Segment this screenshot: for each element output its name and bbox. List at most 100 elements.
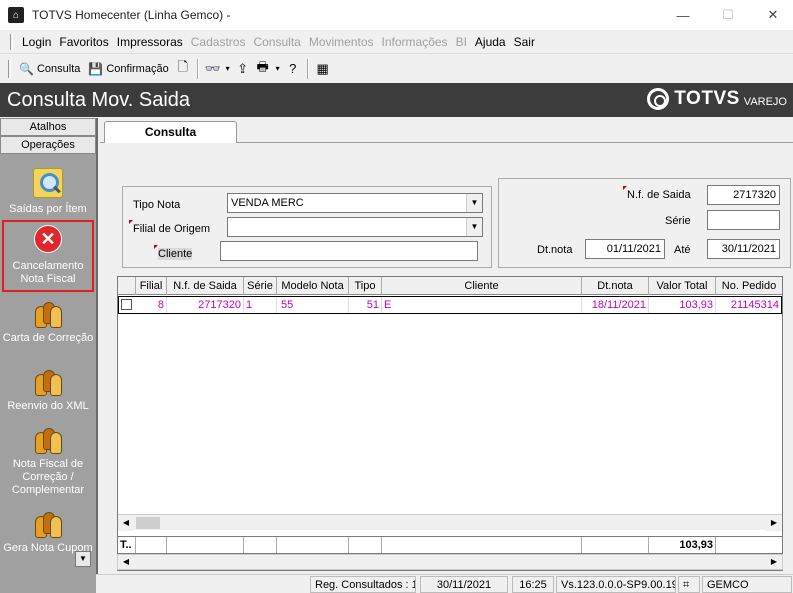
close-button[interactable]: ✕ [750, 0, 793, 30]
status-bar: Reg. Consultados : 1 30/11/2021 16:25 Vs… [96, 574, 793, 593]
print-dropdown-icon[interactable]: ▾ [273, 59, 283, 79]
total-empty [382, 537, 582, 553]
column-header[interactable]: Filial [136, 277, 167, 295]
maximize-button[interactable]: ☐ [705, 0, 751, 30]
logo-brand: TOTVS [674, 88, 740, 109]
total-empty [167, 537, 244, 553]
scroll-left-icon[interactable]: ◀ [118, 555, 134, 569]
tab-consulta[interactable]: Consulta [104, 121, 237, 143]
page-header: Consulta Mov. Saida TOTVS VAREJO [0, 83, 793, 117]
grid-hscroll[interactable]: ◀ ▶ [118, 514, 782, 531]
cell-valor: 103,93 [649, 297, 716, 313]
total-empty [716, 537, 782, 553]
column-header[interactable]: Valor Total [649, 277, 716, 295]
sidebar-item-reenvio-xml[interactable]: Reenvio do XML [2, 368, 94, 413]
sidebar-item-carta-correcao[interactable]: Carta de Correção [2, 300, 94, 345]
status-date: 30/11/2021 [420, 576, 508, 593]
cliente-label: Cliente [153, 245, 193, 260]
scroll-right-icon[interactable]: ▶ [766, 515, 782, 531]
menu-ajuda[interactable]: Ajuda [471, 35, 510, 49]
users-icon [33, 368, 63, 396]
menu-bi[interactable]: BI [452, 35, 471, 49]
nf-saida-label: N.f. de Saida [623, 186, 691, 201]
filter-group-right: N.f. de Saida 2717320 Série Dt.nota 01/1… [498, 178, 791, 268]
cell-cliente: E [382, 297, 582, 313]
total-label: T.. [118, 537, 136, 553]
app-icon: ⌂ [8, 7, 24, 23]
total-empty [349, 537, 382, 553]
users-icon [33, 300, 63, 328]
sidebar-tab-operacoes[interactable]: Operações [0, 136, 96, 154]
cell-nf: 2717320 [167, 297, 244, 313]
menu-bar: Login Favoritos Impressoras Cadastros Co… [0, 31, 793, 54]
filial-origem-label: Filial de Origem [128, 220, 211, 235]
results-grid: Filial N.f. de Saida Série Modelo Nota T… [117, 276, 783, 571]
menu-consulta[interactable]: Consulta [249, 35, 304, 49]
column-header[interactable]: Série [244, 277, 277, 295]
save-icon: 💾 [88, 61, 104, 76]
chevron-down-icon[interactable]: ▼ [466, 218, 482, 236]
column-header[interactable]: Tipo [349, 277, 382, 295]
printer-icon[interactable]: 🖶 [253, 59, 273, 79]
totals-hscroll[interactable]: ◀ ▶ [117, 554, 783, 570]
menu-informacoes[interactable]: Informações [378, 35, 452, 49]
status-company: GEMCO [702, 576, 792, 593]
minimize-button[interactable]: — [660, 0, 706, 30]
dt-nota-to-input[interactable]: 30/11/2021 [707, 239, 780, 259]
dt-nota-from-input[interactable]: 01/11/2021 [585, 239, 665, 259]
sidebar-item-saidas-por-item[interactable]: Saídas por Ítem [2, 168, 94, 216]
row-checkbox[interactable] [121, 299, 132, 310]
confirmacao-button[interactable]: 💾 Confirmação [84, 58, 172, 80]
scroll-thumb[interactable] [136, 517, 160, 529]
menu-sair[interactable]: Sair [510, 35, 539, 49]
menu-favoritos[interactable]: Favoritos [55, 35, 112, 49]
sidebar-item-gera-nota-cupom[interactable]: Gera Nota Cupom [2, 510, 94, 555]
consulta-button-label: Consulta [36, 62, 81, 75]
column-header[interactable]: Cliente [382, 277, 582, 295]
filial-origem-select[interactable]: ▼ [227, 217, 483, 237]
toolbar-grip [8, 59, 11, 78]
scroll-left-icon[interactable]: ◀ [118, 515, 134, 531]
chevron-down-icon[interactable]: ▼ [466, 194, 482, 212]
sidebar-item-nf-correcao[interactable]: Nota Fiscal de Correção / Complementar [2, 426, 94, 497]
title-bar: ⌂ TOTVS Homecenter (Linha Gemco) - — ☐ ✕ [0, 0, 793, 30]
cell-filial: 8 [136, 297, 167, 313]
column-header[interactable]: N.f. de Saida [167, 277, 244, 295]
new-document-icon[interactable]: 🗋 [173, 59, 193, 79]
users-icon [33, 426, 63, 454]
nf-saida-input[interactable]: 2717320 [707, 185, 780, 205]
consulta-button[interactable]: 🔍 Consulta [15, 58, 84, 80]
column-header[interactable]: No. Pedido [716, 277, 782, 295]
menu-impressoras[interactable]: Impressoras [113, 35, 187, 49]
cell-tipo: 51 [349, 297, 382, 313]
totals-row: T.. 103,93 [117, 536, 783, 554]
toolbar-separator-2 [306, 58, 309, 79]
sidebar-item-cancelamento[interactable]: ✕ Cancelamento Nota Fiscal [2, 220, 94, 292]
window-title: TOTVS Homecenter (Linha Gemco) - [32, 8, 231, 22]
search-icon: 🔍 [19, 61, 34, 76]
scroll-right-icon[interactable]: ▶ [766, 555, 782, 569]
binoculars-icon[interactable]: 👓 [203, 59, 223, 79]
sidebar-scroll-down[interactable]: ▼ [75, 551, 91, 567]
total-empty [582, 537, 649, 553]
sidebar-item-label: Saídas por Ítem [9, 203, 87, 215]
page-title: Consulta Mov. Saida [7, 88, 191, 111]
cliente-input[interactable] [220, 241, 478, 261]
toolbar: 🔍 Consulta 💾 Confirmação 🗋 👓 ▾ ⇪ 🖶 ▾ ? ▦ [0, 55, 793, 82]
status-reg-consultados: Reg. Consultados : 1 [310, 576, 416, 593]
menu-login[interactable]: Login [18, 35, 55, 49]
serie-label: Série [665, 215, 691, 227]
help-icon[interactable]: ? [283, 59, 303, 79]
table-row[interactable]: 8 2717320 1 55 51 E 18/11/2021 103,93 21… [118, 296, 782, 314]
tipo-nota-select[interactable]: VENDA MERC ▼ [227, 193, 483, 213]
dropdown-arrow-icon[interactable]: ▾ [223, 59, 233, 79]
users-icon [33, 510, 63, 538]
column-header[interactable]: Dt.nota [582, 277, 649, 295]
export-icon[interactable]: ⇪ [233, 59, 253, 79]
serie-input[interactable] [707, 210, 780, 230]
column-header[interactable]: Modelo Nota [277, 277, 349, 295]
sidebar-tab-atalhos[interactable]: Atalhos [0, 118, 96, 136]
menu-movimentos[interactable]: Movimentos [305, 35, 378, 49]
calendar-icon[interactable]: ▦ [313, 59, 333, 79]
menu-cadastros[interactable]: Cadastros [187, 35, 250, 49]
